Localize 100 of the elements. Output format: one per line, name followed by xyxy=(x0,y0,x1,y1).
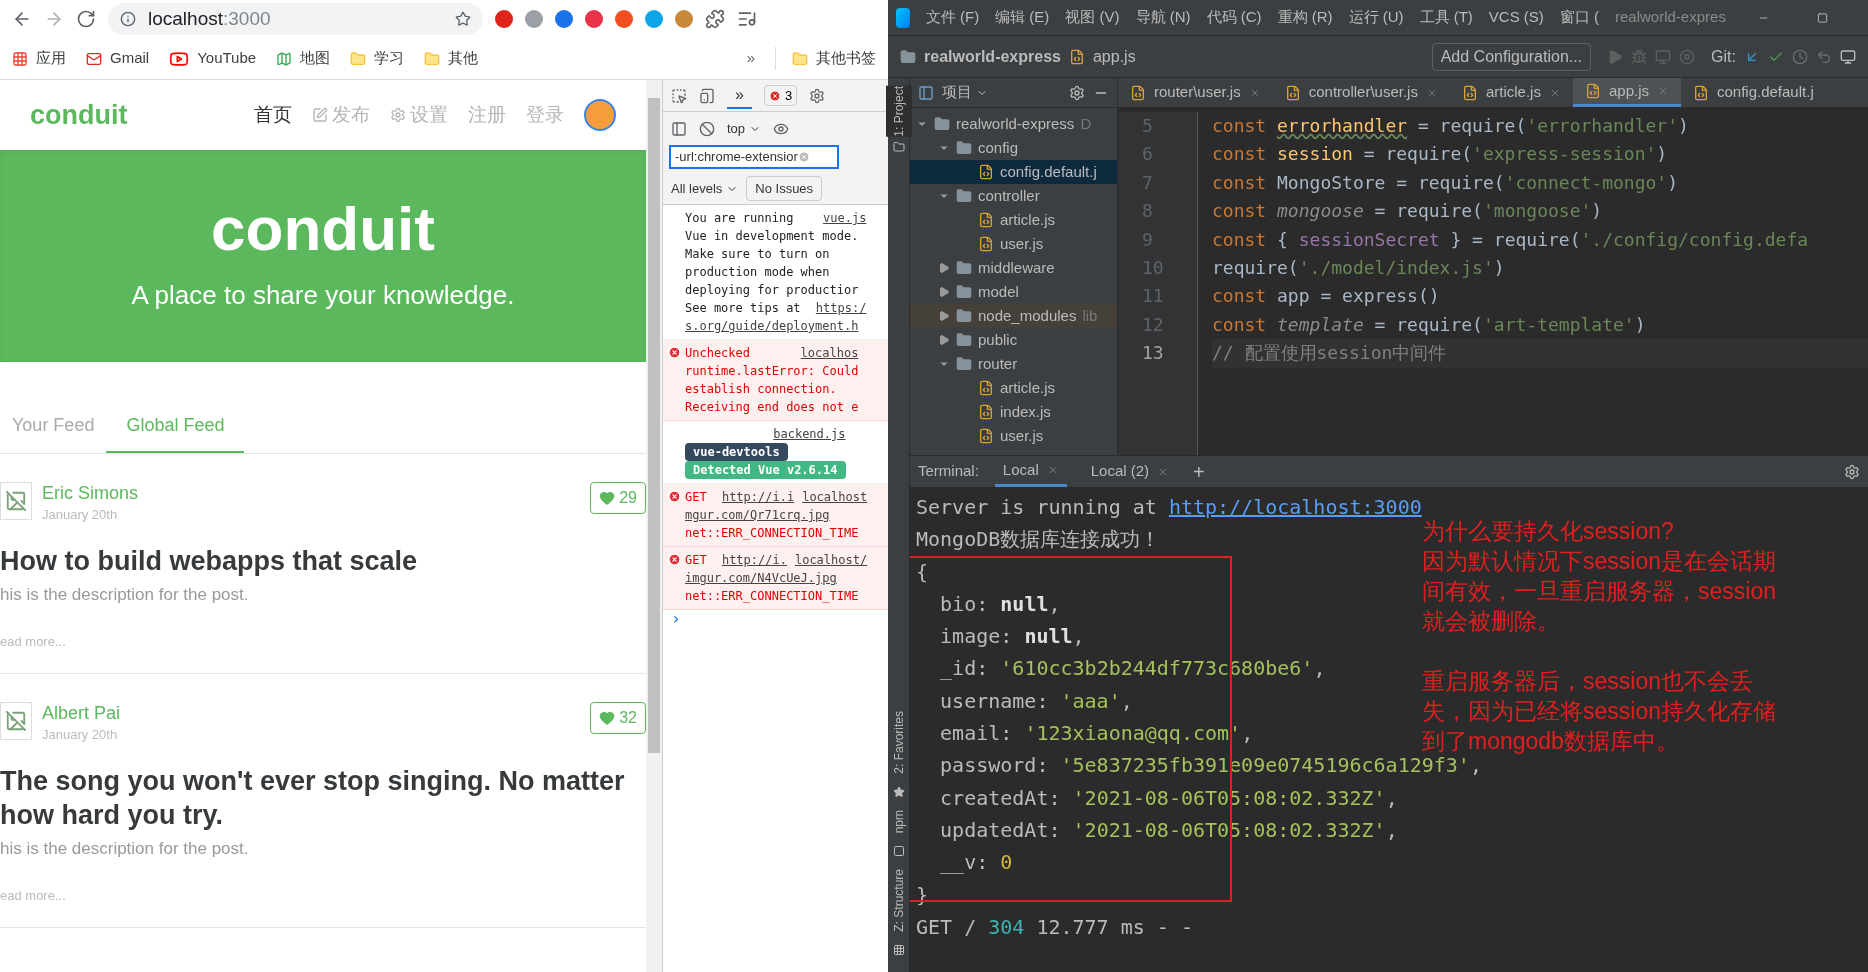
menu-item[interactable]: 代码 (C) xyxy=(1206,6,1262,29)
editor-tab[interactable]: app.js xyxy=(1572,78,1681,107)
history-icon[interactable] xyxy=(1792,48,1808,65)
tool-window-tab[interactable]: 2: Favorites xyxy=(889,711,908,774)
bookmark[interactable]: Gmail xyxy=(86,47,150,70)
media-icon[interactable] xyxy=(737,9,757,29)
nav-link[interactable]: 首页 xyxy=(254,100,292,130)
tree-item[interactable]: index.js xyxy=(910,400,1117,424)
more-tabs-tab[interactable]: » xyxy=(727,82,752,109)
article-title[interactable]: The song you won't ever stop singing. No matter how hard you try. xyxy=(0,764,646,832)
js-file-icon xyxy=(978,404,994,420)
url-link[interactable]: https:/ xyxy=(815,299,867,317)
sidebar-icon[interactable] xyxy=(671,120,687,137)
tree-item[interactable]: article.js xyxy=(910,376,1117,400)
url-link[interactable]: http://i. xyxy=(721,551,787,569)
url-link[interactable]: imgur.com/N4VcUeJ.jpg xyxy=(685,569,837,587)
bookmark[interactable]: 其他 xyxy=(424,47,479,70)
bookmark[interactable]: 地图 xyxy=(276,47,331,70)
clear-icon[interactable] xyxy=(699,120,715,137)
settings-icon[interactable] xyxy=(1844,463,1860,480)
source-link[interactable]: localhost/ xyxy=(794,551,868,569)
tool-window-tab[interactable]: 1: Project xyxy=(885,86,912,137)
terminal-tab[interactable]: Local (2) xyxy=(1082,456,1178,487)
levels-dropdown[interactable]: All levels xyxy=(671,178,739,199)
issues-button[interactable]: No Issues xyxy=(746,175,823,202)
tree-item[interactable]: router xyxy=(910,352,1117,376)
console-prompt[interactable]: › xyxy=(663,610,888,628)
filter-field[interactable]: -url:chrome-extensior xyxy=(669,145,839,169)
puzzle-icon[interactable] xyxy=(705,9,725,29)
tree-item[interactable]: public xyxy=(910,328,1117,352)
add-configuration-button[interactable]: Add Configuration... xyxy=(1431,42,1592,71)
js-file-icon xyxy=(1284,84,1301,101)
tree-item[interactable]: controller xyxy=(910,184,1117,208)
address-bar[interactable]: localhost:3000 xyxy=(108,3,483,35)
collapsed-arrow-icon[interactable] xyxy=(938,310,950,322)
tree-item[interactable]: config xyxy=(910,136,1117,160)
bookmarks-overflow[interactable]: » xyxy=(746,47,755,70)
extension-icon[interactable] xyxy=(555,10,573,28)
editor-tab[interactable]: config.default.j xyxy=(1681,78,1826,107)
source-link[interactable]: localhos xyxy=(800,344,859,362)
menu-item[interactable]: 编辑 (E) xyxy=(995,6,1050,29)
menu-item[interactable]: VCS (S) xyxy=(1488,6,1544,29)
extension-icon[interactable] xyxy=(615,10,633,28)
context-select[interactable]: top xyxy=(727,118,762,139)
settings-icon[interactable] xyxy=(809,87,826,104)
tool-window-tab[interactable]: npm xyxy=(889,809,908,834)
menu-item[interactable]: 重构 (R) xyxy=(1277,6,1333,29)
url-link[interactable]: s.org/guide/deployment.h xyxy=(685,317,859,335)
breadcrumb-item[interactable]: app.js xyxy=(1092,44,1136,69)
bookmark[interactable]: 应用 xyxy=(12,47,66,70)
menu-item[interactable]: 导航 (N) xyxy=(1135,6,1191,29)
menu-item[interactable]: 窗口 ( xyxy=(1559,6,1599,29)
editor-tab[interactable]: controller\user.js xyxy=(1272,78,1450,107)
tree-item[interactable]: article.js xyxy=(910,208,1117,232)
avatar[interactable] xyxy=(584,99,616,131)
tree-item[interactable]: user.js xyxy=(910,232,1117,256)
tree-item[interactable]: middleware xyxy=(910,256,1117,280)
tree-item[interactable]: config.default.j xyxy=(910,160,1117,184)
reload-icon[interactable] xyxy=(76,9,96,29)
scrollbar[interactable] xyxy=(646,80,662,972)
tree-item[interactable]: user.js xyxy=(910,424,1117,448)
extension-icon[interactable] xyxy=(525,10,543,28)
menu-item[interactable]: 文件 (F) xyxy=(925,6,980,29)
inspect-icon[interactable] xyxy=(671,87,687,104)
project-view-dropdown[interactable]: 项目 xyxy=(942,81,988,104)
menu-item[interactable]: 运行 (U) xyxy=(1348,6,1404,29)
source-link[interactable]: localhost xyxy=(802,488,868,506)
collapsed-arrow-icon[interactable] xyxy=(938,334,950,346)
bookmark[interactable]: 学习 xyxy=(350,47,405,70)
tree-item[interactable]: realworld-express D xyxy=(910,112,1117,136)
settings-icon[interactable] xyxy=(1069,84,1085,101)
url-link[interactable]: mgur.com/Qr71crq.jpg xyxy=(685,506,830,524)
collapsed-arrow-icon[interactable] xyxy=(938,286,950,298)
tree-item[interactable]: model xyxy=(910,280,1117,304)
tree-item[interactable]: node_modules lib xyxy=(910,304,1117,328)
breadcrumb-item[interactable]: realworld-express xyxy=(924,44,1061,69)
error-count[interactable]: 3 xyxy=(763,84,798,107)
menu-item[interactable]: 视图 (V) xyxy=(1065,6,1120,29)
bookmark[interactable]: YouTube xyxy=(169,47,257,70)
map-icon xyxy=(276,50,293,67)
menu-item[interactable]: 工具 (T) xyxy=(1419,6,1473,29)
extension-icon[interactable] xyxy=(645,10,663,28)
editor-tab[interactable]: article.js xyxy=(1449,78,1573,107)
bookmark[interactable]: 其他书签 xyxy=(775,47,876,70)
window-icon[interactable] xyxy=(1840,48,1856,65)
extension-icon[interactable] xyxy=(675,10,693,28)
device-icon[interactable] xyxy=(699,87,715,104)
article-title[interactable]: How to build webapps that scale xyxy=(0,544,646,578)
extension-icon[interactable] xyxy=(495,10,513,28)
app-logo xyxy=(896,7,910,28)
collapsed-arrow-icon[interactable] xyxy=(938,262,950,274)
star-icon[interactable] xyxy=(455,11,471,27)
new-terminal-button[interactable]: + xyxy=(1193,456,1205,487)
extension-icon[interactable] xyxy=(585,10,603,28)
tool-window-tab[interactable]: Z: Structure xyxy=(889,869,908,932)
editor-tab[interactable]: router\user.js xyxy=(1118,78,1273,107)
source-link[interactable]: backend.js xyxy=(773,425,846,443)
revert-icon[interactable] xyxy=(1816,48,1832,65)
url-link[interactable]: http://i.i xyxy=(721,488,795,506)
source-link[interactable]: vue.js xyxy=(823,209,867,227)
